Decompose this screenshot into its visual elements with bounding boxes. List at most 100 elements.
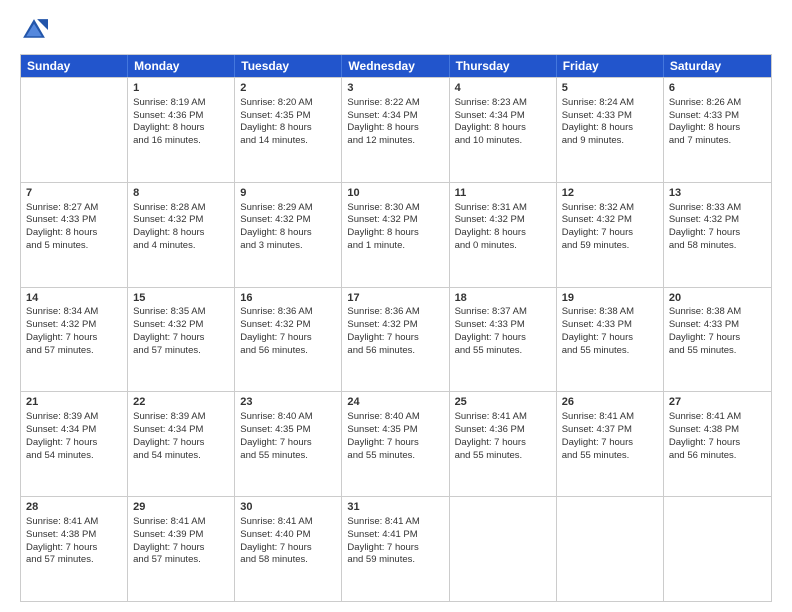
day-info: Daylight: 7 hours [347,437,443,450]
day-number: 14 [26,291,122,306]
calendar-cell: 29Sunrise: 8:41 AMSunset: 4:39 PMDayligh… [128,497,235,601]
day-info: Daylight: 7 hours [347,332,443,345]
calendar-cell: 23Sunrise: 8:40 AMSunset: 4:35 PMDayligh… [235,392,342,496]
day-info: and 55 minutes. [240,450,336,463]
day-number: 9 [240,186,336,201]
day-number: 20 [669,291,766,306]
calendar-header-cell: Saturday [664,55,771,77]
day-info: Daylight: 8 hours [347,122,443,135]
day-info: Daylight: 7 hours [240,437,336,450]
day-number: 24 [347,395,443,410]
day-info: Sunrise: 8:41 AM [240,516,336,529]
day-info: Daylight: 7 hours [562,332,658,345]
day-number: 19 [562,291,658,306]
day-info: Sunrise: 8:37 AM [455,306,551,319]
calendar-cell [557,497,664,601]
day-info: and 57 minutes. [26,554,122,567]
day-info: Sunset: 4:32 PM [133,319,229,332]
day-info: Daylight: 7 hours [26,437,122,450]
calendar-cell: 14Sunrise: 8:34 AMSunset: 4:32 PMDayligh… [21,288,128,392]
calendar-cell: 26Sunrise: 8:41 AMSunset: 4:37 PMDayligh… [557,392,664,496]
day-info: Daylight: 8 hours [240,227,336,240]
day-number: 8 [133,186,229,201]
day-info: Sunrise: 8:33 AM [669,202,766,215]
calendar-cell: 12Sunrise: 8:32 AMSunset: 4:32 PMDayligh… [557,183,664,287]
day-info: Sunrise: 8:28 AM [133,202,229,215]
day-number: 21 [26,395,122,410]
day-info: and 58 minutes. [240,554,336,567]
day-info: Sunset: 4:35 PM [240,424,336,437]
day-info: Sunset: 4:36 PM [455,424,551,437]
day-info: Sunset: 4:32 PM [347,319,443,332]
day-info: Sunrise: 8:40 AM [347,411,443,424]
calendar-cell: 6Sunrise: 8:26 AMSunset: 4:33 PMDaylight… [664,78,771,182]
day-info: Sunset: 4:33 PM [669,110,766,123]
calendar-cell: 4Sunrise: 8:23 AMSunset: 4:34 PMDaylight… [450,78,557,182]
calendar: SundayMondayTuesdayWednesdayThursdayFrid… [20,54,772,602]
day-info: Daylight: 8 hours [455,227,551,240]
day-info: and 55 minutes. [347,450,443,463]
day-info: Sunset: 4:36 PM [133,110,229,123]
day-number: 4 [455,81,551,96]
day-info: Sunrise: 8:38 AM [562,306,658,319]
day-info: Daylight: 7 hours [669,437,766,450]
day-info: Sunset: 4:32 PM [133,214,229,227]
day-info: Daylight: 8 hours [347,227,443,240]
day-info: Daylight: 7 hours [26,332,122,345]
day-info: and 55 minutes. [562,450,658,463]
calendar-cell: 30Sunrise: 8:41 AMSunset: 4:40 PMDayligh… [235,497,342,601]
day-info: and 0 minutes. [455,240,551,253]
day-info: Daylight: 7 hours [347,542,443,555]
day-info: Sunrise: 8:41 AM [562,411,658,424]
day-info: Sunrise: 8:39 AM [133,411,229,424]
day-info: Sunset: 4:32 PM [455,214,551,227]
day-info: Sunset: 4:38 PM [669,424,766,437]
day-info: and 1 minute. [347,240,443,253]
calendar-cell: 24Sunrise: 8:40 AMSunset: 4:35 PMDayligh… [342,392,449,496]
day-number: 6 [669,81,766,96]
day-info: and 4 minutes. [133,240,229,253]
calendar-cell: 10Sunrise: 8:30 AMSunset: 4:32 PMDayligh… [342,183,449,287]
day-number: 27 [669,395,766,410]
day-number: 10 [347,186,443,201]
day-info: and 55 minutes. [562,345,658,358]
day-info: Sunset: 4:33 PM [562,319,658,332]
day-info: and 14 minutes. [240,135,336,148]
day-info: Sunset: 4:40 PM [240,529,336,542]
calendar-header-cell: Thursday [450,55,557,77]
day-number: 26 [562,395,658,410]
calendar-cell [21,78,128,182]
calendar-cell: 25Sunrise: 8:41 AMSunset: 4:36 PMDayligh… [450,392,557,496]
day-info: Sunset: 4:35 PM [347,424,443,437]
day-info: Sunrise: 8:35 AM [133,306,229,319]
day-info: and 59 minutes. [562,240,658,253]
day-info: Daylight: 7 hours [562,437,658,450]
day-info: Sunset: 4:34 PM [347,110,443,123]
day-info: Daylight: 7 hours [240,332,336,345]
calendar-header-cell: Friday [557,55,664,77]
calendar-cell [450,497,557,601]
calendar-row: 21Sunrise: 8:39 AMSunset: 4:34 PMDayligh… [21,391,771,496]
header [20,16,772,44]
day-info: and 54 minutes. [133,450,229,463]
day-info: Daylight: 7 hours [562,227,658,240]
day-info: Sunset: 4:39 PM [133,529,229,542]
day-number: 29 [133,500,229,515]
calendar-cell: 22Sunrise: 8:39 AMSunset: 4:34 PMDayligh… [128,392,235,496]
day-info: Sunrise: 8:41 AM [133,516,229,529]
day-info: Sunrise: 8:36 AM [240,306,336,319]
calendar-cell: 27Sunrise: 8:41 AMSunset: 4:38 PMDayligh… [664,392,771,496]
day-info: and 57 minutes. [133,554,229,567]
day-info: and 16 minutes. [133,135,229,148]
day-info: and 55 minutes. [669,345,766,358]
day-info: Sunrise: 8:41 AM [455,411,551,424]
day-info: Sunset: 4:37 PM [562,424,658,437]
logo [20,16,52,44]
day-info: Sunset: 4:32 PM [347,214,443,227]
day-number: 11 [455,186,551,201]
day-info: Sunset: 4:32 PM [26,319,122,332]
calendar-cell: 16Sunrise: 8:36 AMSunset: 4:32 PMDayligh… [235,288,342,392]
day-info: Daylight: 7 hours [133,542,229,555]
day-number: 28 [26,500,122,515]
day-info: Daylight: 7 hours [133,332,229,345]
